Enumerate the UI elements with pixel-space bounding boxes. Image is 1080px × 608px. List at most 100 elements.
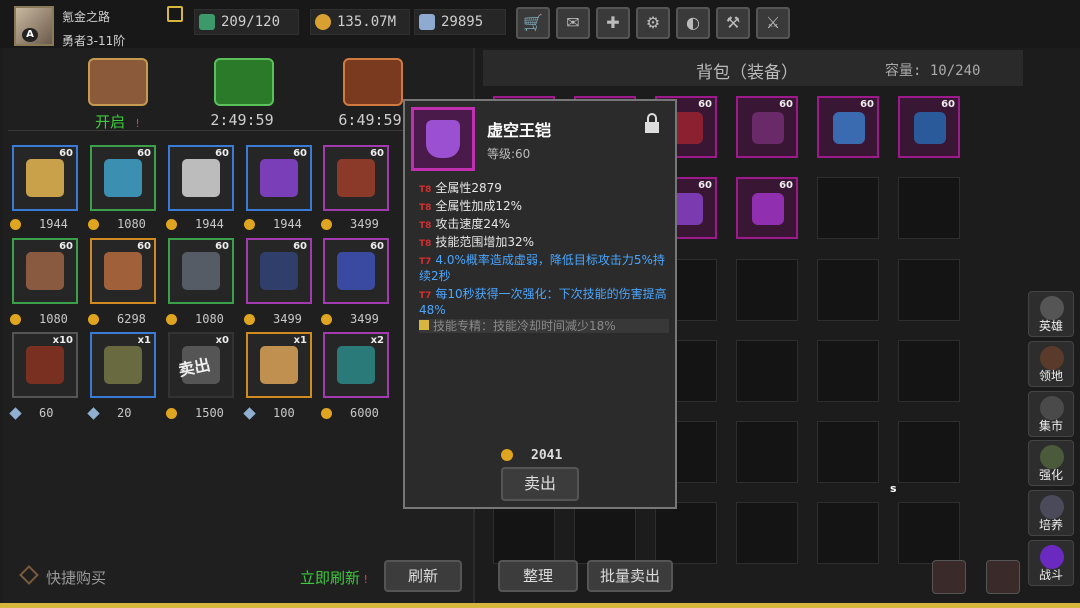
rank-button[interactable]: ◐: [676, 7, 710, 39]
forge-button[interactable]: ⚒: [716, 7, 750, 39]
unlock-icon[interactable]: [643, 113, 661, 135]
refresh-button[interactable]: 刷新: [384, 560, 462, 592]
empty-bag-slot[interactable]: [817, 502, 879, 564]
price-value: 1080: [117, 217, 146, 231]
shop-item-slot[interactable]: x2: [323, 332, 389, 398]
side-nav-item[interactable]: 英雄: [1028, 291, 1074, 337]
quick-buy-label[interactable]: 快捷购买: [46, 567, 106, 588]
bottom-border: [0, 603, 1080, 608]
side-nav-item[interactable]: 战斗: [1028, 540, 1074, 586]
coin-icon: [166, 218, 177, 230]
empty-bag-slot[interactable]: [898, 259, 960, 321]
side-nav-label: 英雄: [1038, 319, 1063, 333]
settings-button[interactable]: ⚙: [636, 7, 670, 39]
book-icon: [419, 320, 429, 330]
shop-item-slot[interactable]: 60: [12, 145, 78, 211]
coin-icon: [88, 313, 99, 325]
armor-filter-button[interactable]: [932, 560, 966, 594]
refresh-now-link[interactable]: 立即刷新 !: [300, 567, 368, 588]
mail-button[interactable]: ✉: [556, 7, 590, 39]
shop-item-slot[interactable]: 60: [246, 238, 312, 304]
shop-item-slot[interactable]: x1: [246, 332, 312, 398]
item-count: x1: [137, 335, 151, 346]
empty-bag-slot[interactable]: [736, 340, 798, 402]
bag-item-slot[interactable]: 60: [736, 96, 798, 158]
item-count: 60: [370, 148, 384, 159]
coin-icon: [10, 313, 21, 325]
pouch-button[interactable]: [986, 560, 1020, 594]
player-avatar[interactable]: A: [14, 6, 54, 46]
shop-item-slot[interactable]: 60: [168, 238, 234, 304]
empty-bag-slot[interactable]: [574, 502, 636, 564]
empty-bag-slot[interactable]: [898, 340, 960, 402]
shop-item-slot[interactable]: x0 卖出: [168, 332, 234, 398]
shop-item-slot[interactable]: 60: [323, 238, 389, 304]
item-count: 60: [293, 148, 307, 159]
gamepad-button[interactable]: ✚: [596, 7, 630, 39]
item-icon: [182, 159, 220, 197]
price-value: 1500: [195, 406, 224, 420]
empty-bag-slot[interactable]: [898, 177, 960, 239]
price-value: 3499: [273, 312, 302, 326]
shop-item-slot[interactable]: 60: [246, 145, 312, 211]
empty-bag-slot[interactable]: [736, 259, 798, 321]
gem-value: 29895: [441, 14, 484, 30]
coin-icon: [501, 449, 513, 461]
shop-item-slot[interactable]: 60: [90, 145, 156, 211]
empty-bag-slot[interactable]: [736, 421, 798, 483]
bag-title: 背包（装备）: [696, 63, 798, 83]
side-nav-item[interactable]: 培养: [1028, 490, 1074, 536]
shop-item-slot[interactable]: 60: [90, 238, 156, 304]
price-value: 1944: [39, 217, 68, 231]
shop-cart-button[interactable]: 🛒: [516, 7, 550, 39]
stat-line: T8 全属性2879: [419, 181, 502, 195]
coin-icon: [321, 407, 332, 419]
empty-bag-slot[interactable]: [817, 421, 879, 483]
gamepad-icon: ✚: [606, 13, 620, 32]
empty-bag-slot[interactable]: [493, 502, 555, 564]
item-price: 6298: [88, 312, 164, 326]
item-count: x1: [293, 335, 307, 346]
shop-item-slot[interactable]: 60: [168, 145, 234, 211]
empty-bag-slot[interactable]: [817, 340, 879, 402]
gold-value: 135.07M: [337, 14, 397, 30]
item-price: 20: [87, 406, 164, 420]
bag-item-slot[interactable]: 60: [736, 177, 798, 239]
sort-button[interactable]: 整理: [498, 560, 578, 592]
empty-bag-slot[interactable]: [655, 502, 717, 564]
item-count: 60: [215, 148, 229, 159]
side-nav-item[interactable]: 领地: [1028, 341, 1074, 387]
sell-price: 2041: [531, 448, 563, 463]
empty-bag-slot[interactable]: [898, 421, 960, 483]
equipment-icon: [914, 112, 946, 144]
bag-item-slot[interactable]: 60: [898, 96, 960, 158]
bag-item-slot[interactable]: 60: [817, 96, 879, 158]
red-chest[interactable]: [343, 58, 403, 106]
empty-bag-slot[interactable]: [817, 177, 879, 239]
bulk-sell-button[interactable]: 批量卖出: [587, 560, 673, 592]
green-chest[interactable]: [214, 58, 274, 106]
gem-icon: [419, 14, 435, 30]
edit-icon[interactable]: [167, 6, 183, 22]
side-nav-item[interactable]: 强化: [1028, 440, 1074, 486]
player-name: 氪金之路: [62, 10, 111, 24]
empty-bag-slot[interactable]: [817, 259, 879, 321]
gear-icon: ⚙: [645, 13, 661, 32]
shop-item-slot[interactable]: 60: [12, 238, 78, 304]
item-count: 60: [779, 99, 793, 110]
open-chest-label[interactable]: 开启 !: [58, 111, 178, 132]
sell-button[interactable]: 卖出: [501, 467, 579, 501]
cursor-label: s: [890, 482, 897, 495]
shop-item-slot[interactable]: 60: [323, 145, 389, 211]
coin-icon: [321, 218, 332, 230]
shop-item-slot[interactable]: x1: [90, 332, 156, 398]
wood-chest[interactable]: [88, 58, 148, 106]
item-count: 60: [137, 148, 151, 159]
empty-bag-slot[interactable]: [736, 502, 798, 564]
tooltip-item-level: 等级:60: [487, 147, 531, 161]
shop-item-slot[interactable]: x10: [12, 332, 78, 398]
empty-bag-slot[interactable]: [898, 502, 960, 564]
side-nav-item[interactable]: 集市: [1028, 391, 1074, 437]
battle-button[interactable]: ⚔: [756, 7, 790, 39]
item-icon: [260, 346, 298, 384]
